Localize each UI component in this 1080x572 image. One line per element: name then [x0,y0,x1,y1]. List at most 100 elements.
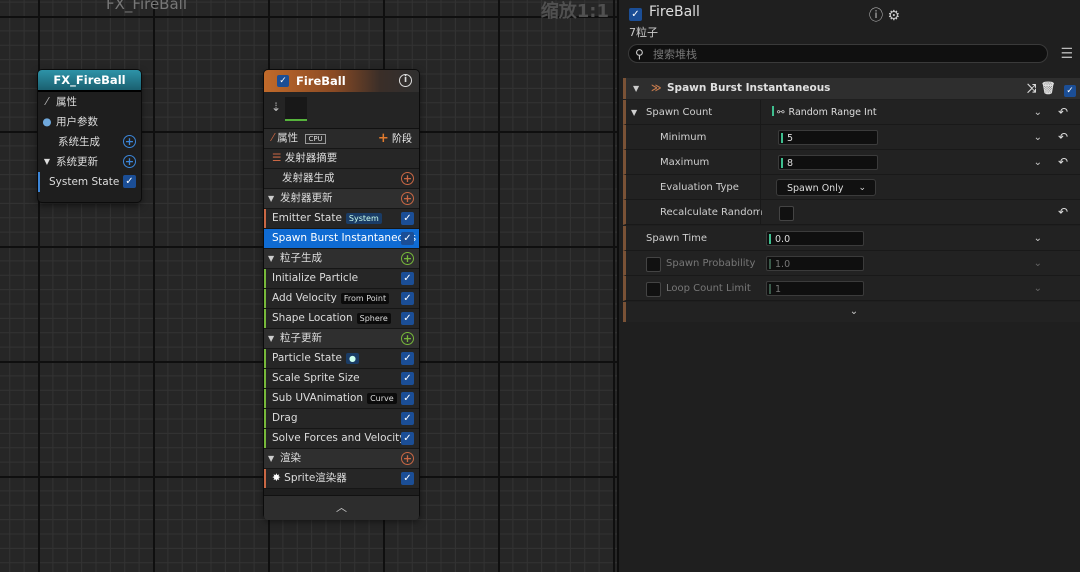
emitter-enabled-checkbox[interactable]: ✓ [629,8,642,21]
render-section[interactable]: ▼ 渲染 + [264,449,419,469]
collapse-triangle-icon[interactable]: ▼ [268,189,274,208]
filter-icon[interactable]: ☰ [1060,46,1073,62]
chevron-down-icon[interactable]: ⌄ [1034,251,1042,276]
info-icon[interactable]: ⓘ [869,8,883,24]
particle-spawn-label: 粒子生成 [280,252,322,264]
emitter-enabled-checkbox[interactable]: ✓ [277,75,289,87]
collapse-triangle-icon[interactable]: ▼ [268,449,274,468]
emitter-properties-row[interactable]: ⁄ 属性 CPU + 阶段 [264,129,419,149]
chevron-down-icon[interactable]: ⌄ [1034,125,1042,150]
spawn-probability-checkbox[interactable] [646,257,661,272]
shuffle-icon[interactable]: ⤨ [1027,81,1037,95]
emitter-spawn-row[interactable]: 发射器生成 + [264,169,419,189]
system-state-row[interactable]: System State ✓ [38,172,141,192]
loop-count-limit-checkbox[interactable] [646,282,661,297]
scale-sprite-size-row[interactable]: Scale Sprite Size ✓ [264,369,419,389]
loop-count-limit-label: Loop Count Limit [666,283,751,294]
checkbox-checked-icon[interactable]: ✓ [401,432,414,445]
spawn-time-input[interactable]: 0.0 [766,231,864,246]
initialize-particle-row[interactable]: Initialize Particle ✓ [264,269,419,289]
sprite-renderer-row[interactable]: ✸ Sprite渲染器 ✓ [264,469,419,489]
emitter-node[interactable]: ✓ FireBall i ⇣ ⁄ 属性 CPU + 阶段 ☰ 发射器摘要 发射器… [264,70,419,520]
particle-state-row[interactable]: Particle State ● ✓ [264,349,419,369]
checkbox-checked-icon[interactable]: ✓ [401,352,414,365]
module-enabled-checkbox[interactable]: ✓ [1064,85,1076,97]
loop-count-limit-input[interactable]: 1 [766,281,864,296]
particle-spawn-section[interactable]: ▼ 粒子生成 + [264,249,419,269]
collapse-triangle-icon[interactable]: ▼ [268,249,274,268]
solve-forces-row[interactable]: Solve Forces and Velocity ✓ [264,429,419,449]
show-advanced-button[interactable]: ⌄ [623,302,1080,322]
chevron-down-icon[interactable]: ⌄ [1034,100,1042,125]
chevron-down-icon[interactable]: ⌄ [1034,150,1042,175]
user-params-row[interactable]: ● 用户参数 [38,112,141,132]
system-node-title[interactable]: FX_FireBall [38,70,141,92]
module-header[interactable]: ▼ ≫ Spawn Burst Instantaneous ⤨ 🗑 ✓ [623,78,1080,99]
emitter-update-section[interactable]: ▼ 发射器更新 + [264,189,419,209]
particle-update-section[interactable]: ▼ 粒子更新 + [264,329,419,349]
reset-icon[interactable]: ↶ [1058,200,1068,225]
system-node[interactable]: FX_FireBall ⁄ 属性 ● 用户参数 系统生成 + ▼ 系统更新 + … [38,70,141,202]
add-velocity-row[interactable]: Add Velocity From Point ✓ [264,289,419,309]
reset-icon[interactable]: ↶ [1058,100,1068,125]
recalculate-random-row[interactable]: Recalculate Random ↶ [623,200,1080,225]
emitter-thumbnail[interactable] [285,97,307,121]
spawn-probability-row[interactable]: Spawn Probability 1.0 ⌄ [623,251,1080,276]
sub-uv-animation-row[interactable]: Sub UVAnimation Curve ✓ [264,389,419,409]
spawn-burst-row[interactable]: Spawn Burst Instantaneous ✓ [264,229,419,249]
minimum-row[interactable]: Minimum 5 ⌄ ↶ [623,125,1080,150]
chevron-down-icon[interactable]: ⌄ [1034,226,1042,251]
add-circle-icon[interactable]: + [123,135,136,148]
minimum-input[interactable]: 5 [778,130,878,145]
add-circle-icon[interactable]: + [401,332,414,345]
trash-icon[interactable]: 🗑 [1041,81,1056,95]
maximum-input[interactable]: 8 [778,155,878,170]
shape-location-row[interactable]: Shape Location Sphere ✓ [264,309,419,329]
search-input[interactable]: ⚲ 搜索堆栈 [628,44,1048,63]
gear-icon[interactable]: ⚙ [887,8,900,24]
spawn-count-row[interactable]: ▼ Spawn Count ⚯ Random Range Int ⌄ ↶ [623,100,1080,125]
checkbox-checked-icon[interactable]: ✓ [401,472,414,485]
maximum-row[interactable]: Maximum 8 ⌄ ↶ [623,150,1080,175]
checkbox-checked-icon[interactable]: ✓ [401,392,414,405]
add-circle-icon[interactable]: + [401,452,414,465]
checkbox-checked-icon[interactable]: ✓ [401,272,414,285]
checkbox-checked-icon[interactable]: ✓ [401,292,414,305]
system-update-row[interactable]: ▼ 系统更新 + [38,152,141,172]
info-icon[interactable]: i [399,74,412,87]
drag-row[interactable]: Drag ✓ [264,409,419,429]
emitter-state-row[interactable]: Emitter State System ✓ [264,209,419,229]
collapse-triangle-icon[interactable]: ▼ [41,152,53,172]
checkbox-checked-icon[interactable]: ✓ [401,372,414,385]
chevron-down-icon[interactable]: ⌄ [1034,276,1042,301]
system-spawn-row[interactable]: 系统生成 + [38,132,141,152]
spawn-time-row[interactable]: Spawn Time 0.0 ⌄ [623,226,1080,251]
checkbox-checked-icon[interactable]: ✓ [401,212,414,225]
checkbox-checked-icon[interactable]: ✓ [401,312,414,325]
add-circle-icon[interactable]: + [401,252,414,265]
evaluation-type-row[interactable]: Evaluation Type Spawn Only ⌄ [623,175,1080,200]
evaluation-type-dropdown[interactable]: Spawn Only ⌄ [776,179,876,196]
collapse-triangle-icon[interactable]: ▼ [633,78,639,99]
spawn-count-mode[interactable]: ⚯ Random Range Int [772,100,877,126]
collapse-triangle-icon[interactable]: ▼ [631,100,637,125]
reset-icon[interactable]: ↶ [1058,150,1068,175]
system-properties-row[interactable]: ⁄ 属性 [38,92,141,112]
add-circle-icon[interactable]: + [401,192,414,205]
emitter-node-header[interactable]: ✓ FireBall i [264,70,419,92]
add-circle-icon[interactable]: + [123,155,136,168]
checkbox-checked-icon[interactable]: ✓ [401,412,414,425]
graph-canvas[interactable]: FX_FireBall 缩放1:1 FX_FireBall ⁄ 属性 ● 用户参… [0,0,617,572]
collapse-triangle-icon[interactable]: ▼ [268,329,274,348]
loop-count-limit-row[interactable]: Loop Count Limit 1 ⌄ [623,276,1080,301]
add-circle-icon[interactable]: + [401,172,414,185]
checkbox-checked-icon[interactable]: ✓ [401,232,414,245]
checkbox-checked-icon[interactable]: ✓ [123,175,136,188]
recalculate-random-checkbox[interactable] [779,206,794,221]
spawn-probability-input[interactable]: 1.0 [766,256,864,271]
reset-icon[interactable]: ↶ [1058,125,1068,150]
emitter-summary-row[interactable]: ☰ 发射器摘要 [264,149,419,169]
stage-color-bar [264,469,266,488]
collapse-node-button[interactable]: ︿ [264,495,419,520]
add-stage-button[interactable]: + 阶段 [378,129,412,149]
